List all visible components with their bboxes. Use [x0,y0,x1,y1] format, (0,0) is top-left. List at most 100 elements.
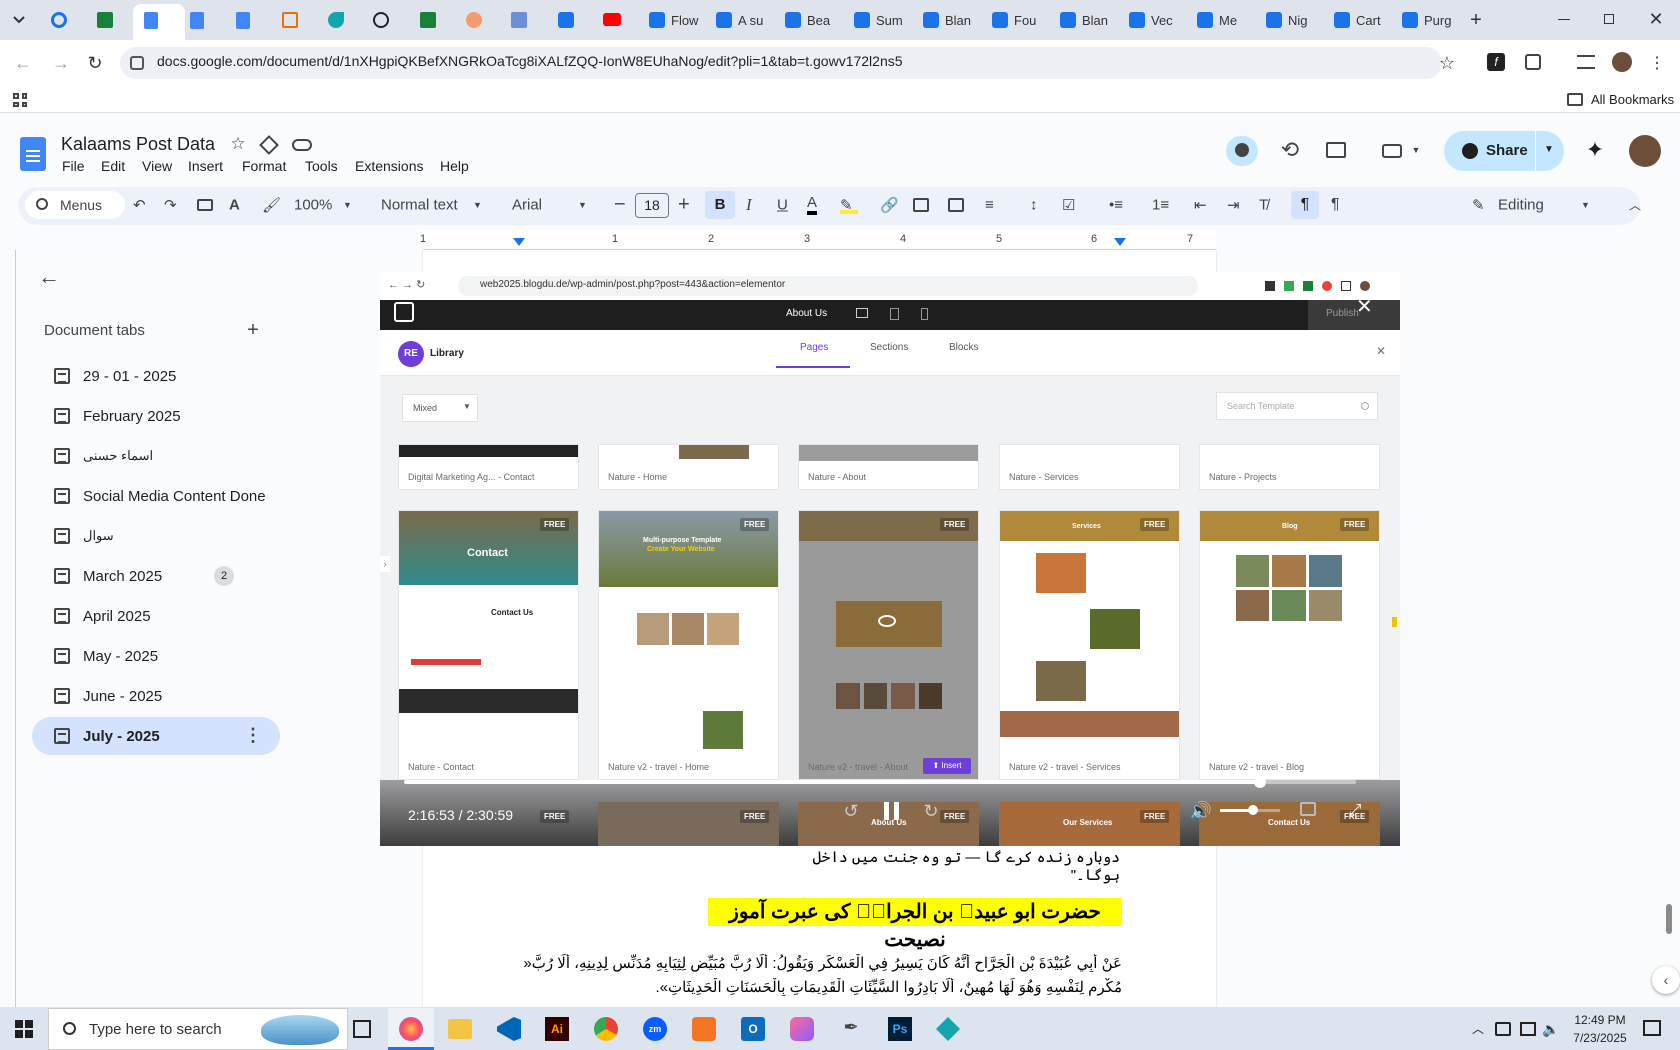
app-favicon-icon[interactable] [558,12,574,28]
firefox-taskbar-app[interactable] [388,1008,434,1050]
file-explorer-icon[interactable] [448,1019,472,1039]
increase-indent-icon[interactable]: ⇥ [1227,196,1240,214]
outlook-icon[interactable]: O [741,1017,765,1041]
checklist-icon[interactable]: ☑ [1062,196,1075,214]
reload-icon[interactable]: ↻ [84,52,106,74]
increase-font-icon[interactable]: + [678,194,690,217]
notifications-icon[interactable] [1643,1020,1661,1036]
chevron-down-icon[interactable]: ▼ [1410,142,1422,158]
docs-logo-icon[interactable] [20,137,46,171]
user-avatar[interactable] [1629,135,1661,167]
browser-tab[interactable]: Blan [914,6,981,34]
left-indent-marker[interactable] [513,238,525,246]
doc-tab-item[interactable]: May - 2025 [32,637,280,675]
menu-insert[interactable]: Insert [188,158,223,174]
all-bookmarks-link[interactable]: All Bookmarks [1591,92,1674,107]
apps-grid-icon[interactable] [13,93,27,107]
browser-tab[interactable]: Sum [845,6,912,34]
style-select[interactable]: Normal text [381,197,458,214]
extensions-puzzle-icon[interactable] [1525,54,1541,70]
restore-icon[interactable] [1604,14,1614,24]
doc-tab-item[interactable]: February 2025 [32,397,280,435]
bulleted-list-icon[interactable]: •≡ [1109,197,1123,214]
gemini-icon[interactable]: ✦ [1583,137,1607,162]
doc-tab-item-selected[interactable]: July - 2025 ⋮ [32,717,280,755]
align-icon[interactable]: ≡ [985,197,994,214]
decrease-font-icon[interactable]: − [614,194,626,217]
media-control-icon[interactable] [1577,55,1595,69]
doc-tab-item[interactable]: Social Media Content Done [32,477,280,515]
browser-tab[interactable]: Cart [1325,6,1392,34]
system-tray-icon[interactable] [1495,1022,1511,1036]
link-icon[interactable]: 🔗 [880,196,899,214]
comments-icon[interactable] [1326,142,1346,158]
doc-tab-item[interactable]: اسماء حسنی [32,437,280,475]
underline-icon[interactable]: U [777,197,788,214]
seek-bar[interactable] [404,780,1356,784]
side-panel-toggle-icon[interactable]: ‹ [1652,966,1680,994]
ltr-icon[interactable]: ¶ [1331,196,1340,214]
doc-scrollbar-thumb[interactable] [1666,904,1672,934]
volume-handle[interactable] [1248,805,1258,815]
doc-tab-item[interactable]: سوال [32,517,280,555]
app-favicon-icon[interactable] [328,12,344,28]
browser-tab[interactable]: A su [707,6,774,34]
openai-favicon-icon[interactable] [373,12,389,28]
italic-icon[interactable]: I [746,195,752,215]
extension-icon[interactable]: f [1487,53,1505,71]
network-icon[interactable] [1520,1022,1536,1036]
fast-forward-icon[interactable]: ↻ [920,800,942,822]
doc-tab-item[interactable]: June - 2025 [32,677,280,715]
back-icon[interactable]: ← [12,52,34,74]
docs-favicon-icon[interactable] [190,12,204,29]
chevron-up-icon[interactable]: ︿ [1629,197,1641,214]
wordpress-favicon-icon[interactable] [51,12,67,28]
site-info-icon[interactable] [130,56,144,70]
meet-camera-icon[interactable] [1382,144,1402,158]
menu-edit[interactable]: Edit [101,158,125,174]
highlight-icon[interactable]: ✎ [840,196,858,214]
star-icon[interactable]: ☆ [228,134,248,154]
browser-tab[interactable]: Me [1188,6,1255,34]
paint-format-icon[interactable]: 🖌 [262,196,281,214]
zoom-icon[interactable]: zm [643,1017,667,1041]
insert-image-icon[interactable] [948,198,964,212]
browser-menu-icon[interactable]: ⋮ [1649,52,1665,74]
new-tab-icon[interactable]: + [1464,9,1488,31]
volume-tray-icon[interactable]: 🔈 [1542,1020,1560,1038]
add-tab-icon[interactable]: + [243,319,263,341]
menu-format[interactable]: Format [242,158,286,174]
fullscreen-icon[interactable]: ⤢ [1344,800,1366,822]
browser-tab[interactable]: Fou [983,6,1050,34]
clock-date[interactable]: 7/23/2025 [1568,1031,1632,1045]
chrome-icon[interactable] [594,1017,618,1041]
show-hidden-icons[interactable]: ︿ [1470,1020,1486,1036]
task-view-icon[interactable] [353,1020,371,1038]
line-spacing-icon[interactable]: ↕ [1030,197,1038,214]
meeting-notes-icon[interactable] [1226,136,1258,166]
minimize-icon[interactable] [1558,19,1570,20]
youtube-favicon-icon[interactable] [603,13,621,26]
chevron-down-icon[interactable]: ▼ [578,200,587,210]
video-player[interactable]: ← → ↻ web2025.blogdu.de/wp-admin/post.ph… [380,272,1400,846]
browser-tab[interactable]: Bea [776,6,843,34]
text-color-icon[interactable]: A [807,195,818,215]
app-favicon-icon[interactable] [282,12,298,28]
menu-help[interactable]: Help [440,158,469,174]
editing-mode-select[interactable]: Editing [1498,197,1544,214]
photoshop-icon[interactable]: Ps [888,1017,912,1041]
browser-tab[interactable]: Purg [1393,6,1460,34]
share-button[interactable]: Share ▼ [1444,131,1564,171]
sheets-favicon-icon[interactable] [420,12,436,28]
menu-extensions[interactable]: Extensions [355,158,423,174]
browser-tab[interactable]: Flow [640,6,707,34]
zoom-select[interactable]: 100% [294,197,332,214]
volume-icon[interactable]: 🔊 [1190,800,1212,822]
windows-start-icon[interactable] [15,1020,33,1038]
back-arrow-icon[interactable]: ← [38,264,60,289]
bookmark-star-icon[interactable]: ☆ [1436,52,1458,74]
illustrator-icon[interactable]: Ai [545,1017,569,1041]
active-tab[interactable] [133,4,185,40]
add-comment-icon[interactable] [913,198,929,212]
clear-formatting-icon[interactable]: T̸ [1259,197,1268,214]
